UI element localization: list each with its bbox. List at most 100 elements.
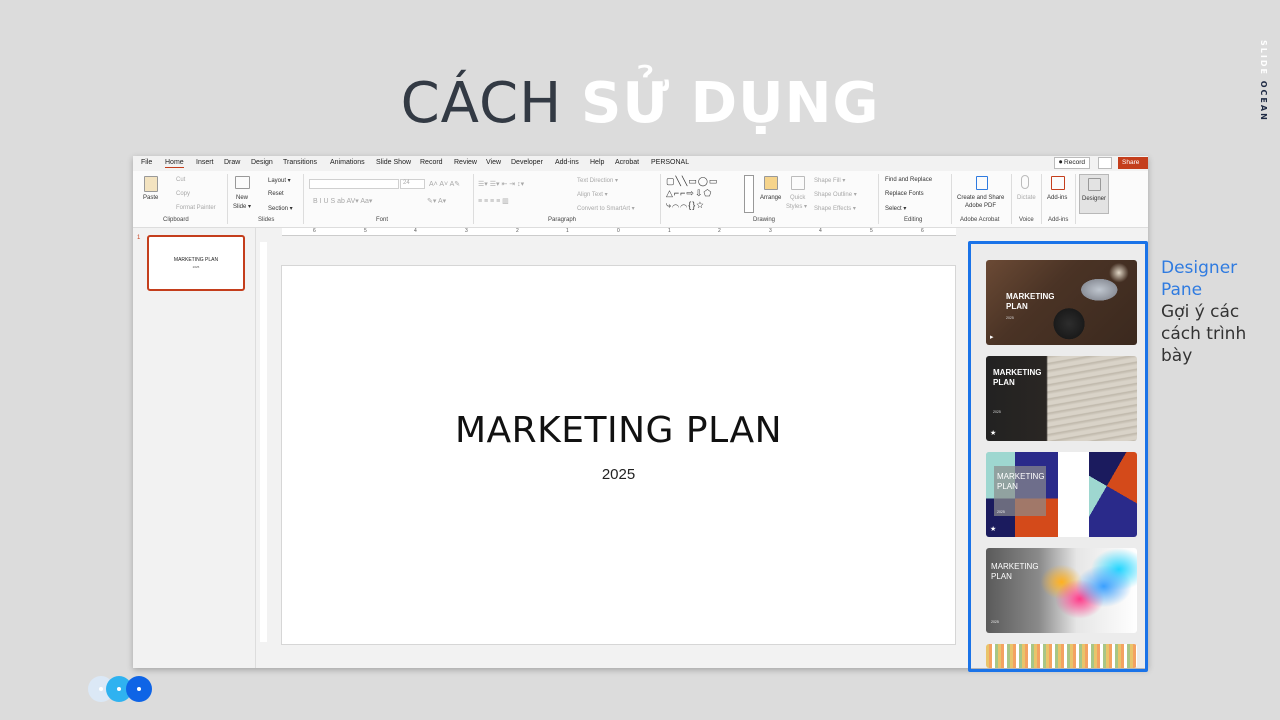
ruler-tick: 3 [465, 228, 468, 234]
group-divider [660, 174, 661, 224]
ribbon: Paste Cut Copy Format Painter Clipboard … [133, 171, 1148, 228]
dictate-button[interactable]: Dictate [1017, 195, 1036, 201]
group-label-clipboard: Clipboard [163, 217, 189, 223]
text-direction-button[interactable]: Text Direction ▾ [577, 177, 618, 184]
font-format-buttons[interactable]: B I U S ab AV▾ Aa▾ [313, 197, 372, 205]
slide-canvas[interactable]: MARKETING PLAN 2025 [281, 265, 956, 645]
microphone-icon[interactable] [1021, 175, 1029, 189]
tab-insert[interactable]: Insert [196, 159, 214, 166]
section-button[interactable]: Section ▾ [268, 205, 293, 212]
ruler-tick: 5 [364, 228, 367, 234]
convert-smartart-button[interactable]: Convert to SmartArt ▾ [577, 205, 635, 212]
new-slide-button[interactable]: New [236, 195, 248, 201]
shapes-scroll-button[interactable] [744, 175, 754, 213]
shapes-gallery[interactable]: ▢╲╲▭◯▭ △⌐⌐⇨⇩⬠ ⤷⌒⌒{}☆ [666, 175, 742, 213]
designer-icon [1088, 178, 1101, 191]
align-text-button[interactable]: Align Text ▾ [577, 191, 608, 198]
paragraph-align-buttons[interactable]: ≡ ≡ ≡ ≡ ▥ [478, 197, 509, 205]
create-share-pdf-button[interactable]: Create and Share [957, 195, 1004, 201]
decor-dot [126, 676, 152, 702]
share-button[interactable]: Share [1118, 157, 1148, 169]
group-divider [878, 174, 879, 224]
select-button[interactable]: Select ▾ [885, 205, 906, 212]
ruler-tick: 4 [414, 228, 417, 234]
group-label-font: Font [376, 217, 389, 223]
page-title-part2: SỬ DỤNG [581, 71, 880, 136]
tab-record[interactable]: Record [420, 159, 443, 166]
group-divider [1011, 174, 1012, 224]
group-label-adobe-acrobat: Adobe Acrobat [960, 217, 1000, 223]
tab-add-ins[interactable]: Add-ins [555, 159, 579, 166]
arrange-button[interactable]: Arrange [760, 195, 781, 201]
tab-view[interactable]: View [486, 159, 501, 166]
paste-button[interactable]: Paste [143, 195, 158, 201]
font-color-buttons[interactable]: ✎▾ A▾ [427, 197, 446, 205]
horizontal-ruler: 6 5 4 3 2 1 0 1 2 3 4 5 6 [282, 228, 956, 236]
shape-fill-button[interactable]: Shape Fill ▾ [814, 177, 845, 184]
paragraph-list-buttons[interactable]: ☰▾ ☰▾ ⇤ ⇥ ↕▾ [478, 180, 524, 188]
new-slide-button-2[interactable]: Slide ▾ [233, 203, 251, 210]
brand-part2: OCEAN [1259, 80, 1268, 122]
tab-transitions[interactable]: Transitions [283, 159, 317, 166]
add-ins-button[interactable]: Add-ins [1047, 195, 1067, 201]
callout: Designer Pane Gợi ý các cách trình bày [1161, 257, 1271, 367]
shape-outline-button[interactable]: Shape Outline ▾ [814, 191, 857, 198]
new-slide-icon[interactable] [235, 176, 250, 189]
page-title-part1: CÁCH [400, 71, 582, 136]
group-divider [951, 174, 952, 224]
group-divider [227, 174, 228, 224]
callout-description: Gợi ý các cách trình bày [1161, 302, 1247, 366]
font-name-input[interactable] [309, 179, 399, 189]
ruler-tick: 4 [819, 228, 822, 234]
slide-thumbnail[interactable]: MARKETING PLAN 2025 [147, 235, 245, 291]
slide-title[interactable]: MARKETING PLAN [282, 410, 955, 451]
group-divider [473, 174, 474, 224]
vertical-ruler [260, 242, 267, 642]
shape-effects-button[interactable]: Shape Effects ▾ [814, 205, 856, 212]
tab-animations[interactable]: Animations [330, 159, 365, 166]
tab-draw[interactable]: Draw [224, 159, 240, 166]
tab-slide-show[interactable]: Slide Show [376, 159, 411, 166]
tab-acrobat[interactable]: Acrobat [615, 159, 639, 166]
quick-styles-icon[interactable] [791, 176, 805, 190]
ruler-tick: 5 [870, 228, 873, 234]
replace-fonts-button[interactable]: Replace Fonts [885, 191, 924, 197]
tab-home[interactable]: Home [165, 159, 184, 168]
ruler-tick: 0 [617, 228, 620, 234]
quick-styles-button-2[interactable]: Styles ▾ [786, 203, 807, 210]
designer-pane-highlight [968, 241, 1148, 672]
group-label-drawing: Drawing [753, 217, 776, 223]
find-replace-button[interactable]: Find and Replace [885, 177, 932, 183]
group-label-editing: Editing [904, 217, 923, 223]
font-size-input[interactable]: 24 [400, 179, 425, 189]
create-share-pdf-button-2[interactable]: Adobe PDF [965, 203, 996, 209]
cut-button[interactable]: Cut [176, 177, 185, 183]
tab-help[interactable]: Help [590, 159, 604, 166]
reset-button[interactable]: Reset [268, 191, 284, 197]
tab-developer[interactable]: Developer [511, 159, 543, 166]
format-painter-button[interactable]: Format Painter [176, 205, 216, 211]
quick-styles-button[interactable]: Quick [790, 195, 805, 201]
ruler-tick: 2 [516, 228, 519, 234]
callout-title: Designer Pane [1161, 258, 1238, 300]
arrange-icon[interactable] [764, 176, 778, 190]
add-ins-icon[interactable] [1051, 176, 1065, 190]
copy-button[interactable]: Copy [176, 191, 190, 197]
page-title: CÁCH SỬ DỤNG [0, 68, 1280, 140]
tab-review[interactable]: Review [454, 159, 477, 166]
create-pdf-icon[interactable] [976, 176, 988, 190]
layout-button[interactable]: Layout ▾ [268, 177, 291, 184]
comments-button[interactable] [1098, 157, 1112, 169]
tab-personal[interactable]: PERSONAL [651, 159, 689, 166]
ruler-tick: 1 [566, 228, 569, 234]
font-grow-shrink[interactable]: A˄ A˅ A✎ [429, 180, 460, 188]
tab-design[interactable]: Design [251, 159, 273, 166]
slide-subtitle[interactable]: 2025 [282, 466, 955, 483]
menu-bar: File Home Insert Draw Design Transitions… [133, 156, 1148, 171]
record-button[interactable]: ⏺ Record [1053, 157, 1090, 169]
paste-icon[interactable] [144, 176, 158, 192]
tab-file[interactable]: File [141, 159, 152, 166]
designer-button[interactable]: Designer [1079, 174, 1109, 214]
ruler-tick: 2 [718, 228, 721, 234]
slide-thumbnail-pane: 1 MARKETING PLAN 2025 [133, 228, 256, 668]
